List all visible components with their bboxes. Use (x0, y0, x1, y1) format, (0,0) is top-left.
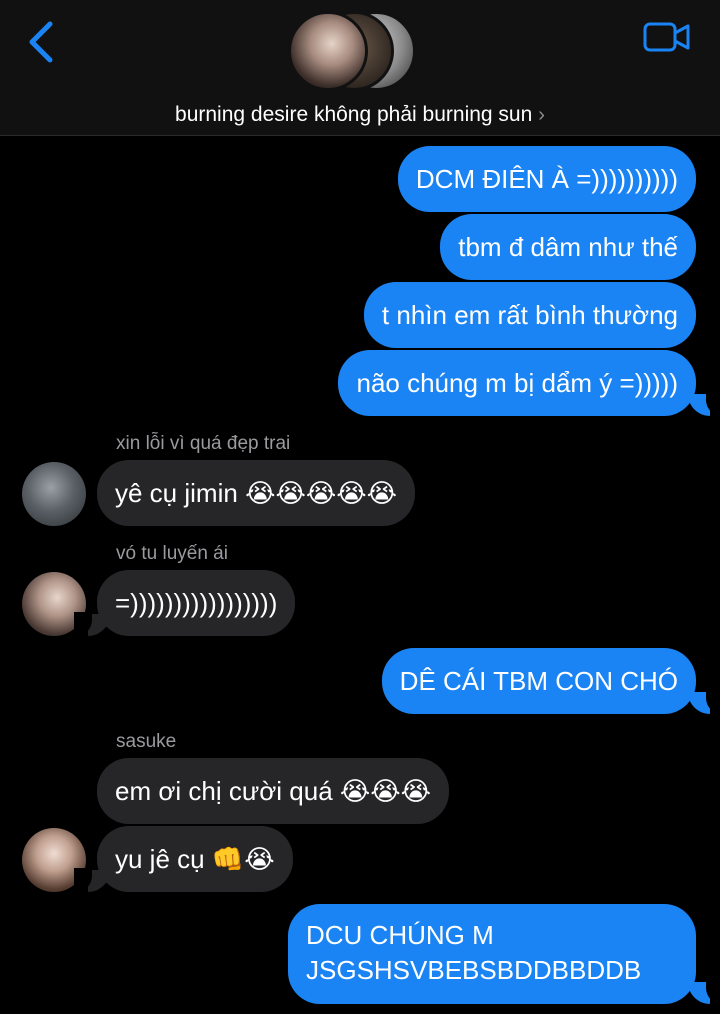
video-call-button[interactable] (642, 18, 692, 56)
message-bubble-outgoing[interactable]: DCU CHÚNG M JSGSHSVBEBSBDDBBDDB (288, 904, 696, 1004)
message-text: DÊ CÁI TBM CON CHÓ (399, 666, 678, 696)
message-bubble-outgoing[interactable]: não chúng m bị dẩm ý =))))) (338, 350, 696, 416)
message-bubble-incoming[interactable]: yu jê cụ 👊😭 (97, 826, 293, 892)
avatar (288, 11, 368, 91)
message-bubble-outgoing[interactable]: tbm đ dâm như thế (440, 214, 696, 280)
chat-title[interactable]: burning desire không phải burning sun › (0, 103, 720, 127)
message-text: DCU CHÚNG M JSGSHSVBEBSBDDBBDDB (306, 920, 642, 985)
message-bubble-incoming[interactable]: em ơi chị cười quá 😭😭😭 (97, 758, 450, 824)
bubble-tail (688, 980, 720, 1004)
group-avatar-stack[interactable] (286, 11, 436, 95)
message-text: DCM ĐIÊN À =)))))))))) (415, 164, 678, 194)
bubble-tail (688, 690, 720, 714)
message-text: t nhìn em rất bình thường (381, 300, 678, 330)
bubble-tail (74, 868, 110, 892)
video-camera-icon (643, 22, 690, 52)
chevron-right-icon: › (538, 104, 545, 126)
sender-name: vó tu luyến ái (116, 543, 228, 564)
message-text: yu jê cụ (115, 844, 205, 874)
back-button[interactable] (22, 20, 62, 66)
crying-face-emoji: 😭😭😭😭😭 (245, 479, 397, 509)
chevron-left-icon (29, 21, 53, 63)
message-text: em ơi chị cười quá (115, 776, 333, 806)
message-text: não chúng m bị dẩm ý =))))) (356, 368, 678, 398)
avatar[interactable] (22, 462, 86, 526)
bubble-tail (688, 392, 720, 416)
message-bubble-outgoing[interactable]: DCM ĐIÊN À =)))))))))) (397, 146, 696, 212)
chat-header: burning desire không phải burning sun › (0, 0, 720, 136)
message-bubble-outgoing[interactable]: t nhìn em rất bình thường (363, 282, 696, 348)
message-bubble-incoming[interactable]: =))))))))))))))))) (97, 570, 296, 636)
chat-title-text: burning desire không phải burning sun (175, 103, 533, 126)
bubble-tail (74, 612, 110, 636)
message-text: =))))))))))))))))) (115, 588, 278, 618)
message-bubble-incoming[interactable]: yê cụ jimin 😭😭😭😭😭 (97, 460, 415, 526)
message-text: yê cụ jimin (115, 478, 238, 508)
message-text: tbm đ dâm như thế (458, 232, 678, 262)
sender-name: xin lỗi vì quá đẹp trai (116, 433, 291, 454)
fist-emoji: 👊😭 (211, 845, 275, 875)
crying-face-emoji: 😭😭😭 (339, 777, 432, 807)
sender-name: sasuke (116, 731, 177, 752)
message-bubble-outgoing[interactable]: DÊ CÁI TBM CON CHÓ (381, 648, 696, 714)
